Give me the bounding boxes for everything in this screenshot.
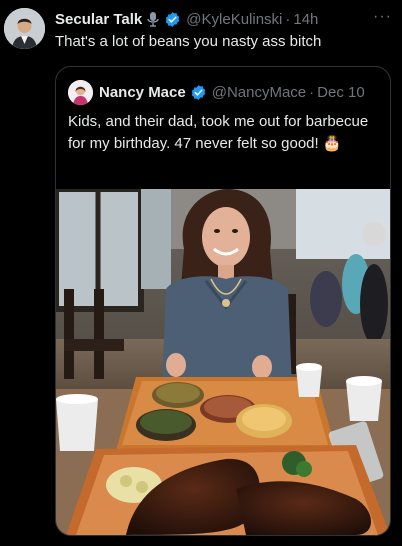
- microphone-icon: [146, 11, 160, 27]
- author-name[interactable]: Secular Talk: [55, 11, 142, 28]
- verified-badge-icon[interactable]: [164, 11, 181, 28]
- quoted-tweet-date[interactable]: Dec 10: [317, 84, 365, 101]
- author-handle[interactable]: @KyleKulinski: [186, 11, 282, 28]
- separator-dot: ·: [285, 10, 291, 28]
- tweet-header: Secular Talk @KyleKulinski · 14h: [55, 9, 394, 29]
- tweet-text: That's a lot of beans you nasty ass bitc…: [55, 33, 322, 50]
- quoted-tweet-header: Nancy Mace @NancyMace · Dec 10: [68, 79, 365, 105]
- author-avatar[interactable]: [4, 8, 45, 49]
- quoted-tweet-photo[interactable]: [56, 189, 390, 535]
- more-icon[interactable]: ···: [373, 9, 392, 25]
- quoted-verified-badge-icon[interactable]: [190, 84, 207, 101]
- quoted-tweet-card[interactable]: Nancy Mace @NancyMace · Dec 10 Kids, and…: [55, 66, 391, 536]
- quoted-author-avatar[interactable]: [68, 79, 93, 105]
- quoted-author-name[interactable]: Nancy Mace: [99, 84, 186, 101]
- quoted-author-handle[interactable]: @NancyMace: [212, 84, 306, 101]
- tweet-time[interactable]: 14h: [293, 11, 318, 28]
- quoted-tweet-text: Kids, and their dad, took me out for bar…: [68, 113, 369, 152]
- quoted-separator-dot: ·: [309, 83, 315, 101]
